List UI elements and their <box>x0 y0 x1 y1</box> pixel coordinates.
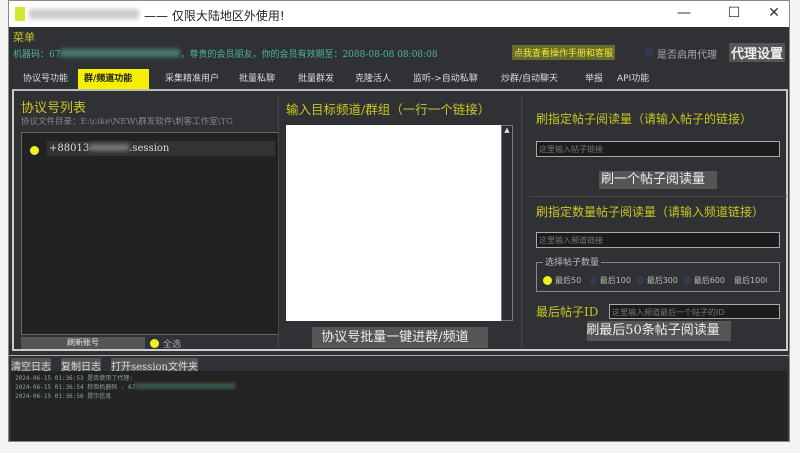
proxy-settings-button[interactable]: 代理设置 <box>729 43 786 62</box>
last-post-id-input[interactable]: 这里输入频道最后一个帖子的ID <box>609 304 780 319</box>
option-label: 最后100 <box>599 276 631 285</box>
target-links-textarea[interactable] <box>286 125 501 321</box>
tab-bulk-dm[interactable]: 批量私聊 <box>233 69 281 89</box>
last-50-posts-button[interactable]: 刷最后50条帖子阅读量 <box>587 321 731 341</box>
refresh-accounts-button[interactable]: 刷新账号 <box>21 337 145 349</box>
blurred-machine-code <box>60 49 181 57</box>
session-suffix: .session <box>129 143 170 154</box>
app-window: —— 仅限大陆地区外使用! — ☐ ✕ 菜单 机器码：67 ，尊贵的会员朋友，你的… <box>8 0 790 442</box>
app-icon <box>15 7 25 21</box>
scroll-up-icon[interactable]: ▲ <box>502 126 512 134</box>
tab-bulk-group[interactable]: 批量群发 <box>292 69 340 89</box>
option-100[interactable]: 最后100 <box>590 275 631 286</box>
blurred-number <box>89 144 130 151</box>
log-area[interactable]: 2024-06-15 01:36:53 是否使用了代理: 2024-06-15 … <box>11 371 787 441</box>
manual-button[interactable]: 点我查看操作手册和客服 <box>512 45 616 60</box>
machine-info: 机器码：67 ，尊贵的会员朋友，你的会员有效期至：2088-08-08 08:08… <box>13 47 438 60</box>
option-label: 最后600 <box>693 276 725 285</box>
account-list-title: 协议号列表 <box>21 101 87 116</box>
tab-clone[interactable]: 克隆活人 <box>349 69 397 89</box>
tab-monitor[interactable]: 监听->自动私聊 <box>407 69 484 89</box>
multi-post-title: 刷指定数量帖子阅读量（请输入频道链接） <box>536 205 765 219</box>
select-all-radio[interactable] <box>150 339 159 348</box>
option-300[interactable]: 最后300 <box>637 275 678 286</box>
radio[interactable] <box>543 276 552 285</box>
tab-collect-users[interactable]: 采集精准用户 <box>159 69 225 89</box>
divider <box>278 95 279 349</box>
option-600[interactable]: 最后600 <box>684 275 725 286</box>
member-text: ，尊贵的会员朋友，你的会员有效期至：2088-08-08 08:08:08 <box>180 50 438 60</box>
option-label: 最后50 <box>555 276 582 285</box>
select-all-label: 全选 <box>163 340 182 350</box>
window-title: —— 仅限大陆地区外使用! <box>144 9 285 23</box>
blurred-app-name <box>29 9 139 19</box>
radio[interactable] <box>637 276 644 285</box>
tab-auto-chat[interactable]: 炒群/自动聊天 <box>495 69 564 89</box>
proxy-label: 是否启用代理 <box>657 50 717 61</box>
option-50[interactable]: 最后50 <box>543 275 584 286</box>
post-count-options: 最后50 最后100 最后300 最后600 最后1000 <box>543 275 767 286</box>
option-label: 最后1000 <box>734 276 767 285</box>
log-line: 2024-06-15 01:36:54 检验机器码 : 67 <box>15 383 783 392</box>
single-post-button[interactable]: 刷一个帖子阅读量 <box>599 171 717 189</box>
post-count-label: 选择帖子数量 <box>543 255 602 268</box>
maximize-button[interactable]: ☐ <box>724 5 744 21</box>
option-label: 最后300 <box>646 276 678 285</box>
batch-join-button[interactable]: 协议号批量一键进群/频道 <box>312 327 488 348</box>
divider <box>9 355 789 356</box>
machine-label: 机器码：67 <box>13 50 61 60</box>
account-radio[interactable] <box>30 146 39 155</box>
radio[interactable] <box>684 276 691 285</box>
post-link-input[interactable]: 这里输入帖子链接 <box>536 141 780 157</box>
last-post-id-label: 最后帖子ID <box>536 305 599 319</box>
session-phone: +88013 <box>49 143 90 154</box>
divider <box>529 196 787 197</box>
protocol-dir: 协议文件目录：E:\cike\NEW\群发软件\刺客工作室\TG <box>21 117 233 127</box>
blurred-machine-code <box>135 383 236 389</box>
tab-api[interactable]: API功能 <box>611 69 655 89</box>
log-text: 2024-06-15 01:36:54 检验机器码 : 67 <box>15 384 136 391</box>
single-post-title: 刷指定帖子阅读量（请输入帖子的链接） <box>536 112 753 126</box>
minimize-button[interactable]: — <box>674 5 694 21</box>
account-list[interactable]: +88013 .session <box>21 132 279 335</box>
tab-report[interactable]: 举报 <box>579 69 609 89</box>
option-1000[interactable]: 最后1000 <box>731 275 767 286</box>
log-line: 2024-06-15 01:36:53 是否使用了代理: <box>15 375 133 382</box>
radio[interactable] <box>590 276 597 285</box>
tab-group-channel[interactable]: 群/频道功能 <box>78 69 149 89</box>
target-title: 输入目标频道/群组（一行一个链接） <box>286 102 491 117</box>
divider <box>521 95 522 349</box>
menu[interactable]: 菜单 <box>13 29 35 45</box>
scrollbar[interactable]: ▲ <box>501 125 513 321</box>
channel-link-input[interactable]: 这里输入频道链接 <box>536 232 780 248</box>
tab-protocol[interactable]: 协议号功能 <box>17 69 74 89</box>
post-count-group: 选择帖子数量 最后50 最后100 最后300 最后600 最后1000 <box>536 255 780 292</box>
title-bar: —— 仅限大陆地区外使用! — ☐ ✕ <box>9 1 789 27</box>
proxy-radio[interactable] <box>645 48 654 57</box>
account-item[interactable]: +88013 .session <box>47 141 275 156</box>
close-button[interactable]: ✕ <box>764 5 784 21</box>
log-line: 2024-06-15 01:36:56 提示信息 <box>15 393 112 400</box>
